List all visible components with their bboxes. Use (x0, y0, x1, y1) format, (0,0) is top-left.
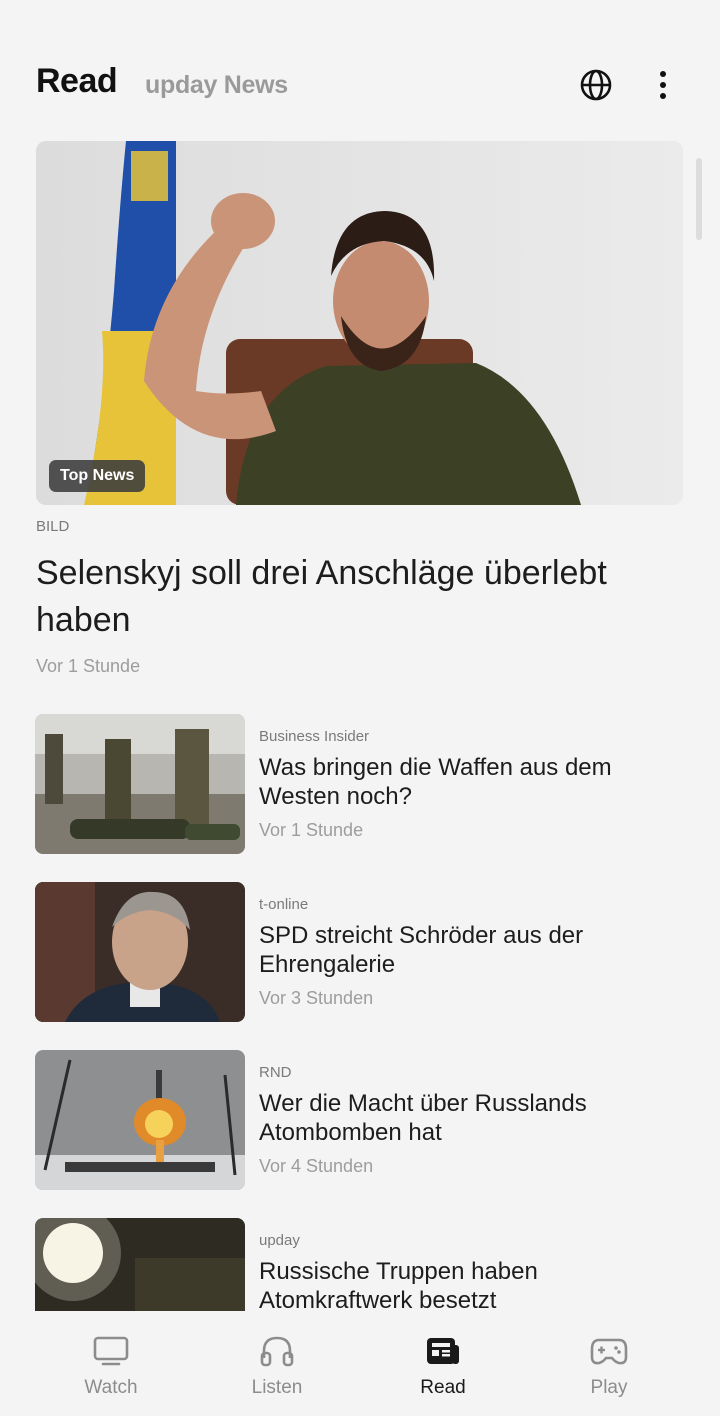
tv-icon (28, 1333, 194, 1369)
article-headline[interactable]: Russische Truppen haben Atomkraftwerk be… (259, 1257, 659, 1311)
article-thumbnail (35, 882, 245, 1022)
nav-label: Watch (84, 1377, 138, 1398)
list-item[interactable]: RND Wer die Macht über Russlands Atombom… (35, 1050, 685, 1190)
page-title: Read (36, 62, 118, 100)
list-item[interactable]: Business Insider Was bringen die Waffen … (35, 714, 685, 854)
scrollbar[interactable] (696, 158, 702, 240)
list-item[interactable]: upday Russische Truppen haben Atomkraftw… (35, 1218, 685, 1311)
article-headline[interactable]: SPD streicht Schröder aus der Ehrengaler… (259, 921, 659, 979)
article-source: Business Insider (259, 728, 370, 745)
headphones-icon (194, 1333, 360, 1369)
hero-article-image[interactable]: Top News (36, 141, 683, 505)
newspaper-icon (360, 1333, 526, 1369)
nav-label: Play (590, 1377, 628, 1398)
globe-icon[interactable] (575, 64, 617, 106)
article-timestamp: Vor 3 Stunden (259, 988, 374, 1008)
hero-timestamp: Vor 1 Stunde (36, 656, 141, 676)
brand-subtitle: upday News (145, 71, 288, 99)
nav-listen[interactable]: Listen (194, 1333, 360, 1403)
article-thumbnail (35, 1218, 245, 1311)
hero-source: BILD (36, 518, 70, 535)
article-thumbnail (35, 1050, 245, 1190)
app-header: Read upday News (0, 0, 720, 130)
nav-play[interactable]: Play (526, 1333, 692, 1403)
nav-label: Read (420, 1377, 466, 1398)
hero-headline[interactable]: Selenskyj soll drei Anschläge überlebt h… (36, 550, 666, 644)
nav-label: Listen (251, 1377, 303, 1398)
nav-read[interactable]: Read (360, 1333, 526, 1403)
article-headline[interactable]: Wer die Macht über Russlands Atombomben … (259, 1089, 659, 1147)
article-source: t-online (259, 896, 309, 913)
article-timestamp: Vor 4 Stunden (259, 1156, 374, 1176)
article-thumbnail (35, 714, 245, 854)
article-source: upday (259, 1232, 300, 1249)
article-headline[interactable]: Was bringen die Waffen aus dem Westen no… (259, 753, 659, 811)
top-news-badge: Top News (49, 460, 146, 492)
nav-watch[interactable]: Watch (28, 1333, 194, 1403)
article-source: RND (259, 1064, 292, 1081)
more-options-icon[interactable] (642, 64, 684, 106)
gamepad-icon (526, 1333, 692, 1369)
bottom-navigation: Watch Listen Read Play (0, 1311, 720, 1416)
article-timestamp: Vor 1 Stunde (259, 820, 364, 840)
list-item[interactable]: t-online SPD streicht Schröder aus der E… (35, 882, 685, 1022)
